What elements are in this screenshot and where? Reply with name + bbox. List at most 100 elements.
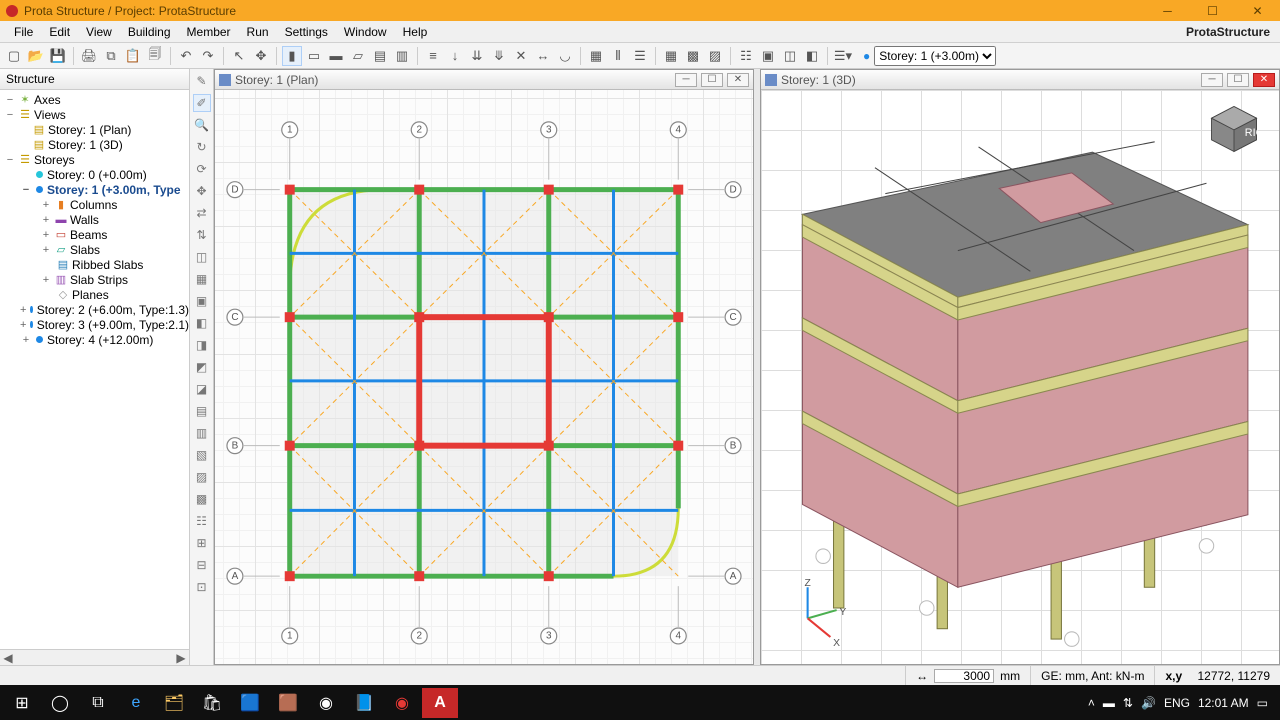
clock[interactable]: 12:01 AM — [1198, 696, 1249, 710]
storey-selector[interactable]: ● Storey: 1 (+3.00m) — [863, 46, 996, 66]
print-icon[interactable]: 🖨 — [79, 46, 99, 66]
tree-strips[interactable]: +▥Slab Strips — [0, 272, 189, 287]
arc-icon[interactable]: ◡ — [555, 46, 575, 66]
layer-icon[interactable]: ☷ — [736, 46, 756, 66]
menu-settings[interactable]: Settings — [277, 23, 336, 41]
cortana-icon[interactable]: ◯ — [42, 688, 78, 718]
plan-minimize-button[interactable]: ─ — [675, 73, 697, 87]
vtool-15-icon[interactable]: ☷ — [193, 512, 211, 530]
vtool-17-icon[interactable]: ⊟ — [193, 556, 211, 574]
move-icon[interactable]: ✥ — [251, 46, 271, 66]
plan-canvas[interactable]: 11223344 AABBCCDD — [215, 90, 753, 664]
tree-views[interactable]: −☰Views — [0, 107, 189, 122]
ribbed-icon[interactable]: ▤ — [370, 46, 390, 66]
vtool-13-icon[interactable]: ▨ — [193, 468, 211, 486]
lang-indicator[interactable]: ENG — [1164, 696, 1190, 710]
plan-titlebar[interactable]: Storey: 1 (Plan) ─ ☐ ✕ — [215, 70, 753, 90]
wifi-icon[interactable]: ⇅ — [1123, 696, 1133, 710]
dim-icon[interactable]: ↔ — [533, 46, 553, 66]
tree-storeys[interactable]: −☰Storeys — [0, 152, 189, 167]
menu-run[interactable]: Run — [239, 23, 277, 41]
vtool-5-icon[interactable]: ▣ — [193, 292, 211, 310]
menu-view[interactable]: View — [78, 23, 120, 41]
tree-storey-4[interactable]: +Storey: 4 (+12.00m) — [0, 332, 189, 347]
tree-ribbed[interactable]: ▤Ribbed Slabs — [0, 257, 189, 272]
redo-icon[interactable]: ↷ — [198, 46, 218, 66]
structure-tree[interactable]: −✶Axes −☰Views ▤Storey: 1 (Plan) ▤Storey… — [0, 90, 189, 649]
menu-building[interactable]: Building — [120, 23, 179, 41]
menu-edit[interactable]: Edit — [41, 23, 78, 41]
strip-icon[interactable]: ▥ — [392, 46, 412, 66]
grid1-icon[interactable]: ▦ — [661, 46, 681, 66]
vtool-3-icon[interactable]: ◫ — [193, 248, 211, 266]
undo-icon[interactable]: ↶ — [176, 46, 196, 66]
vtool-12-icon[interactable]: ▧ — [193, 446, 211, 464]
plan-close-button[interactable]: ✕ — [727, 73, 749, 87]
app2-icon[interactable]: 🟫 — [270, 688, 306, 718]
vtool-4-icon[interactable]: ▦ — [193, 270, 211, 288]
wall-icon[interactable]: ▬ — [326, 46, 346, 66]
tree-planes[interactable]: ◇Planes — [0, 287, 189, 302]
close-button[interactable]: ✕ — [1235, 0, 1280, 21]
pointload-icon[interactable]: ↓ — [445, 46, 465, 66]
list-icon[interactable]: ☰▾ — [833, 46, 853, 66]
tray-up-icon[interactable]: ˄ — [1088, 696, 1095, 710]
vtool-18-icon[interactable]: ⊡ — [193, 578, 211, 596]
grid3-icon[interactable]: ▨ — [705, 46, 725, 66]
vtool-7-icon[interactable]: ◨ — [193, 336, 211, 354]
slab-icon[interactable]: ▱ — [348, 46, 368, 66]
hatch-icon[interactable]: ▦ — [586, 46, 606, 66]
3d-titlebar[interactable]: Storey: 1 (3D) ─ ☐ ✕ — [761, 70, 1279, 90]
new-icon[interactable]: ▢ — [4, 46, 24, 66]
3d-minimize-button[interactable]: ─ — [1201, 73, 1223, 87]
edge-icon[interactable]: e — [118, 688, 154, 718]
vtool-8-icon[interactable]: ◩ — [193, 358, 211, 376]
copy-icon[interactable]: ⧉ — [101, 46, 121, 66]
axis-icon[interactable]: ✕ — [511, 46, 531, 66]
tree-storey-1[interactable]: −Storey: 1 (+3.00m, Type — [0, 182, 189, 197]
tree-view-3d[interactable]: ▤Storey: 1 (3D) — [0, 137, 189, 152]
tree-walls[interactable]: +▬Walls — [0, 212, 189, 227]
select-icon[interactable]: ↖ — [229, 46, 249, 66]
tree-hscroll[interactable]: ◀▶ — [0, 649, 189, 665]
vtool-pan-icon[interactable]: ✥ — [193, 182, 211, 200]
vtool-pencil-icon[interactable]: ✎ — [193, 72, 211, 90]
start-button[interactable]: ⊞ — [4, 688, 40, 718]
tree-axes[interactable]: −✶Axes — [0, 92, 189, 107]
3d-maximize-button[interactable]: ☐ — [1227, 73, 1249, 87]
tree-storey-0[interactable]: Storey: 0 (+0.00m) — [0, 167, 189, 182]
tree-storey-3[interactable]: +Storey: 3 (+9.00m, Type:2.1) — [0, 317, 189, 332]
vtool-rotate-icon[interactable]: ⟳ — [193, 160, 211, 178]
tree-storey-2[interactable]: +Storey: 2 (+6.00m, Type:1.3) — [0, 302, 189, 317]
menu-member[interactable]: Member — [179, 23, 239, 41]
prota-task-icon[interactable]: ◉ — [384, 688, 420, 718]
notif-icon[interactable]: ▭ — [1257, 696, 1268, 710]
taskview-icon[interactable]: ⧉ — [80, 688, 116, 718]
lineload-icon[interactable]: ⇊ — [467, 46, 487, 66]
vtool-6-icon[interactable]: ◧ — [193, 314, 211, 332]
beam-icon[interactable]: ▭ — [304, 46, 324, 66]
rebar-icon[interactable]: ⫴ — [608, 46, 628, 66]
grid2-icon[interactable]: ▩ — [683, 46, 703, 66]
status-dist-input[interactable] — [934, 669, 994, 683]
vtool-refresh-icon[interactable]: ↻ — [193, 138, 211, 156]
chrome-icon[interactable]: ◉ — [308, 688, 344, 718]
areaload-icon[interactable]: ⤋ — [489, 46, 509, 66]
3d-canvas[interactable]: Z Y X RIGHT — [761, 90, 1279, 664]
paste-icon[interactable]: 📋 — [123, 46, 143, 66]
vtool-1-icon[interactable]: ⇄ — [193, 204, 211, 222]
open-icon[interactable]: 📂 — [26, 46, 46, 66]
vtool-2-icon[interactable]: ⇅ — [193, 226, 211, 244]
3d-close-button[interactable]: ✕ — [1253, 73, 1275, 87]
viewcube-icon[interactable]: RIGHT — [1207, 102, 1261, 156]
vtool-10-icon[interactable]: ▤ — [193, 402, 211, 420]
section-icon[interactable]: ◫ — [780, 46, 800, 66]
storey-dropdown[interactable]: Storey: 1 (+3.00m) — [874, 46, 996, 66]
menu-file[interactable]: File — [6, 23, 41, 41]
explorer-icon[interactable]: 🗂 — [156, 688, 192, 718]
battery-icon[interactable]: ▬ — [1103, 696, 1115, 710]
app3-icon[interactable]: 📘 — [346, 688, 382, 718]
vtool-edit-icon[interactable]: ✐ — [193, 94, 211, 112]
minimize-button[interactable]: ─ — [1145, 0, 1190, 21]
tree-view-plan[interactable]: ▤Storey: 1 (Plan) — [0, 122, 189, 137]
